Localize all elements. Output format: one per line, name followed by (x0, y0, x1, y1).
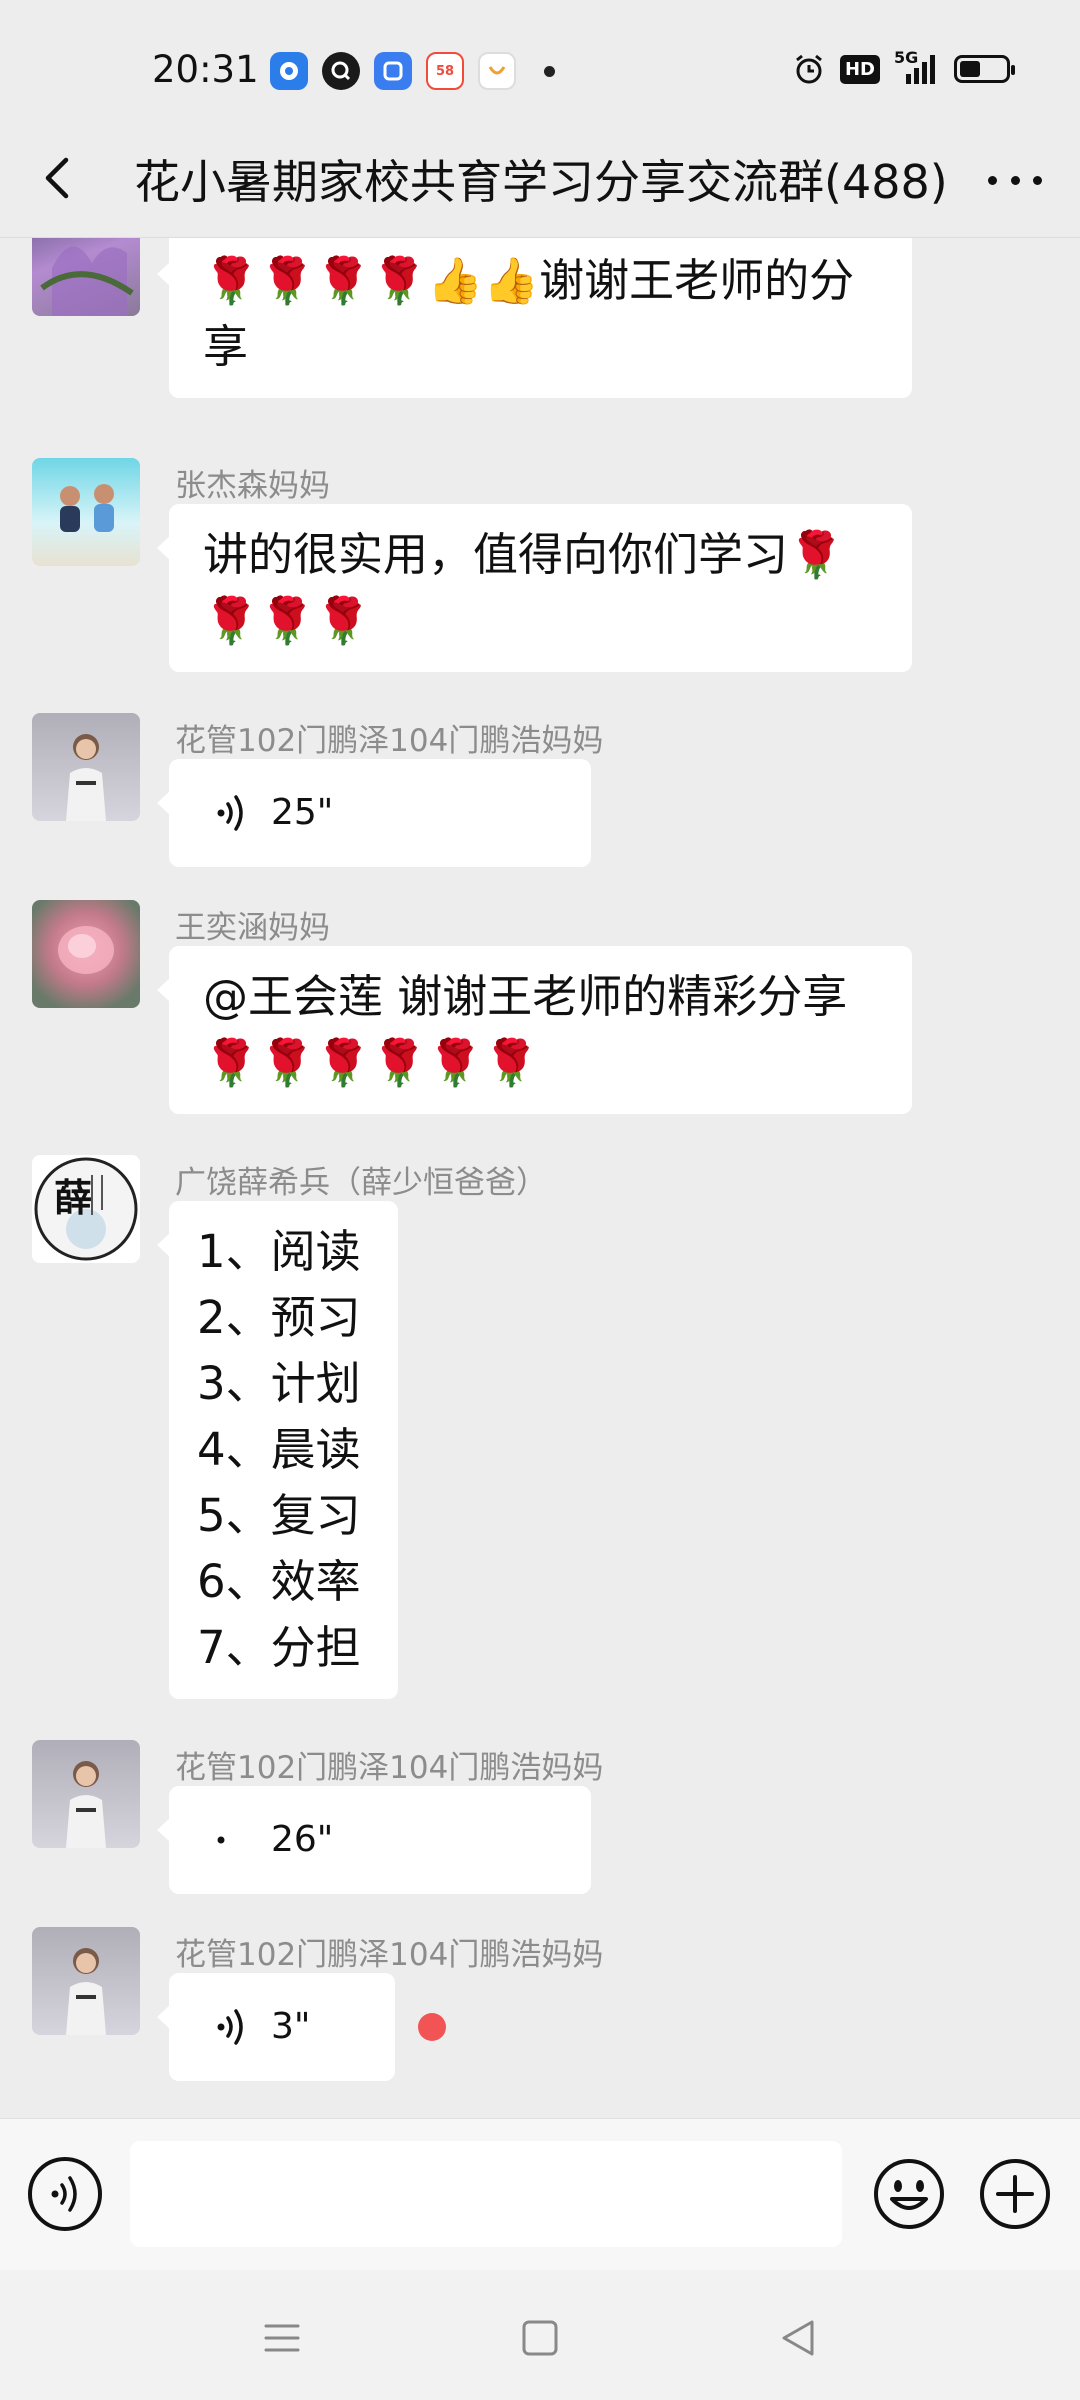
list-line: 6、效率 (197, 1555, 361, 1608)
qq-app-icon (322, 52, 360, 90)
avatar[interactable] (32, 458, 140, 566)
message-bubble[interactable]: 1、阅读 2、预习 3、计划 4、晨读 5、复习 6、效率 7、分担 (157, 1201, 398, 1699)
message-input[interactable] (130, 2141, 842, 2247)
chevron-left-icon (45, 157, 69, 199)
more-actions-button[interactable] (978, 2157, 1052, 2231)
voice-wave-icon (217, 1836, 225, 1844)
message-bubble[interactable]: 讲的很实用，值得向你们学习🌹 🌹🌹🌹 (157, 504, 912, 672)
message-text: @王会莲 谢谢王老师的精彩分享 (203, 970, 848, 1023)
voice-duration: 25" (271, 792, 334, 833)
status-right: HD 5G (792, 48, 1015, 86)
input-bar (0, 2118, 1080, 2270)
message-list[interactable]: 🌹🌹🌹🌹👍👍谢谢王老师的分 享 张杰森妈妈 讲的很实用，值得向你们学习🌹 🌹🌹🌹… (0, 238, 1080, 2118)
battery-icon (954, 55, 1015, 83)
menu-button[interactable] (252, 2308, 312, 2368)
voice-message-bubble[interactable]: 25" (157, 759, 591, 867)
square-home-icon (522, 2320, 558, 2356)
menu-icon (264, 2324, 300, 2352)
message-text: 🌹🌹🌹 (203, 594, 372, 647)
message-text: 🌹🌹🌹🌹🌹🌹 (203, 1036, 540, 1089)
more-dot-icon (988, 175, 997, 185)
system-navigation-bar (0, 2270, 1080, 2400)
voice-message-bubble[interactable]: 3" (157, 1973, 395, 2081)
avatar[interactable] (32, 713, 140, 821)
sender-name: 花管102门鹏泽104门鹏浩妈妈 (175, 1750, 604, 1786)
voice-message-bubble[interactable]: 26" (157, 1786, 591, 1894)
home-button[interactable] (510, 2308, 570, 2368)
battery-level (960, 61, 980, 77)
message-text: 享 (203, 320, 249, 373)
voice-wave-icon (217, 2009, 243, 2045)
alarm-icon (796, 54, 822, 84)
voice-input-button[interactable] (28, 2157, 102, 2231)
more-options-button[interactable] (980, 150, 1050, 210)
plus-icon (980, 2159, 1050, 2229)
unread-dot (418, 2013, 446, 2041)
message-bubble[interactable]: 🌹🌹🌹🌹👍👍谢谢王老师的分 享 (157, 238, 912, 398)
avatar[interactable] (32, 900, 140, 1008)
avatar[interactable] (32, 1927, 140, 2035)
voice-wave-icon (217, 795, 243, 831)
list-line: 2、预习 (197, 1291, 361, 1344)
status-app-icons: 58 (270, 52, 555, 90)
game-app-icon (478, 52, 516, 90)
network-label: 5G (894, 48, 919, 67)
list-line: 3、计划 (197, 1357, 361, 1410)
sender-name: 花管102门鹏泽104门鹏浩妈妈 (175, 1937, 604, 1973)
triangle-back-icon (782, 2320, 814, 2356)
avatar[interactable] (32, 238, 140, 316)
browser-app-icon (270, 52, 308, 90)
58-app-icon: 58 (426, 52, 464, 90)
voice-duration: 3" (271, 2006, 311, 2047)
sender-name: 花管102门鹏泽104门鹏浩妈妈 (175, 723, 604, 759)
avatar[interactable] (32, 1740, 140, 1848)
chat-title: 花小暑期家校共育学习分享交流群(488) (134, 155, 948, 209)
more-dot-icon (1033, 175, 1042, 185)
notes-app-icon (374, 52, 412, 90)
voice-wave-icon (51, 2176, 77, 2212)
sender-name: 王奕涵妈妈 (175, 910, 330, 946)
list-line: 4、晨读 (197, 1423, 361, 1476)
message-text: 讲的很实用，值得向你们学习🌹 (203, 528, 845, 581)
sender-name: 广饶薛希兵（薛少恒爸爸） (175, 1165, 547, 1201)
emoji-button[interactable] (872, 2157, 946, 2231)
list-line: 1、阅读 (197, 1225, 361, 1278)
back-button[interactable] (30, 148, 90, 208)
back-system-button[interactable] (768, 2308, 828, 2368)
signal-icon: 5G (894, 48, 940, 86)
chat-header: 花小暑期家校共育学习分享交流群(488) (0, 120, 1080, 238)
avatar-text: 薛 (54, 1175, 93, 1220)
sender-name: 张杰森妈妈 (175, 468, 330, 504)
list-line: 5、复习 (197, 1489, 361, 1542)
avatar[interactable]: 薛 (32, 1155, 140, 1263)
smiley-icon (874, 2159, 944, 2229)
status-time: 20:31 (152, 48, 259, 91)
more-dot-icon (1010, 175, 1020, 185)
hd-badge: HD (839, 54, 880, 84)
message-bubble[interactable]: @王会莲 谢谢王老师的精彩分享 🌹🌹🌹🌹🌹🌹 (157, 946, 912, 1114)
more-notifications-dot (544, 65, 555, 77)
voice-duration: 26" (271, 1819, 334, 1860)
list-line: 7、分担 (197, 1621, 361, 1674)
message-text: 🌹🌹🌹🌹👍👍谢谢王老师的分 (203, 254, 855, 307)
